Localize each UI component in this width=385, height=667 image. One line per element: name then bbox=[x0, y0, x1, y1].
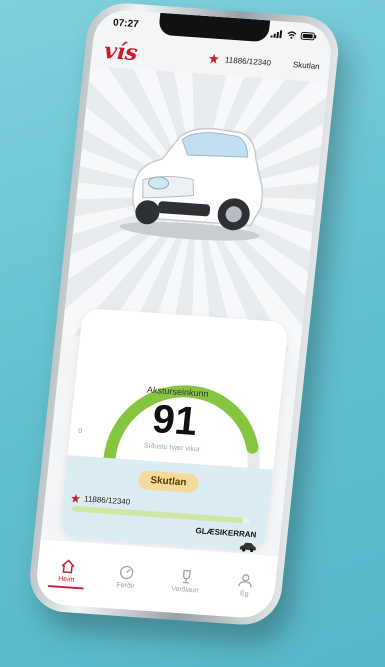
tab-trips-label: Ferðir bbox=[116, 581, 135, 591]
person-icon bbox=[238, 574, 252, 588]
phone-frame: 07:27 vís 11886/12340 Skutlan Akstursein… bbox=[26, 0, 342, 628]
star-badge-icon bbox=[71, 493, 81, 503]
level-progress-label: 11886/12340 bbox=[71, 493, 131, 507]
next-level-name: GLÆSIKERRAN bbox=[195, 526, 257, 540]
vehicle-selector[interactable]: Skutlan bbox=[293, 60, 321, 71]
status-icons bbox=[270, 30, 317, 41]
level-progress-number: 11886/12340 bbox=[83, 494, 131, 507]
tab-profile[interactable]: Ég bbox=[220, 572, 270, 599]
level-section: Skutlan 11886/12340 GLÆSIKERRAN bbox=[59, 455, 274, 553]
app-screen: 07:27 vís 11886/12340 Skutlan Akstursein… bbox=[33, 8, 335, 620]
tab-profile-label: Ég bbox=[239, 590, 249, 598]
star-badge-icon bbox=[209, 53, 220, 64]
tab-rewards-label: Verðlaun bbox=[170, 585, 200, 595]
header-account[interactable]: 11886/12340 Skutlan bbox=[209, 53, 321, 71]
tab-trips[interactable]: Ferðir bbox=[101, 564, 151, 591]
mini-car-icon bbox=[239, 542, 256, 553]
level-badge[interactable]: Skutlan bbox=[137, 470, 200, 494]
home-icon bbox=[61, 558, 75, 573]
car-illustration bbox=[119, 127, 264, 241]
status-time: 07:27 bbox=[112, 17, 140, 30]
score-card: Aksturseinkunn 91 Síðustu tvær vikur 0 1… bbox=[59, 307, 289, 553]
gauge-icon bbox=[120, 565, 134, 580]
signal-icon bbox=[270, 30, 283, 39]
battery-icon bbox=[300, 31, 317, 41]
tab-rewards[interactable]: Verðlaun bbox=[161, 568, 211, 595]
wifi-icon bbox=[287, 31, 297, 39]
level-progress-fill bbox=[71, 505, 243, 524]
tab-home[interactable]: Heim bbox=[42, 557, 93, 589]
trophy-icon bbox=[182, 569, 191, 584]
brand-logo: vís bbox=[102, 38, 139, 67]
phone-mockup: 07:27 vís 11886/12340 Skutlan Akstursein… bbox=[0, 0, 385, 667]
tab-home-label: Heim bbox=[57, 575, 75, 584]
active-tab-indicator bbox=[47, 584, 84, 589]
account-number: 11886/12340 bbox=[224, 54, 272, 68]
level-progress-bar bbox=[71, 505, 251, 524]
gauge-min: 0 bbox=[77, 427, 83, 436]
